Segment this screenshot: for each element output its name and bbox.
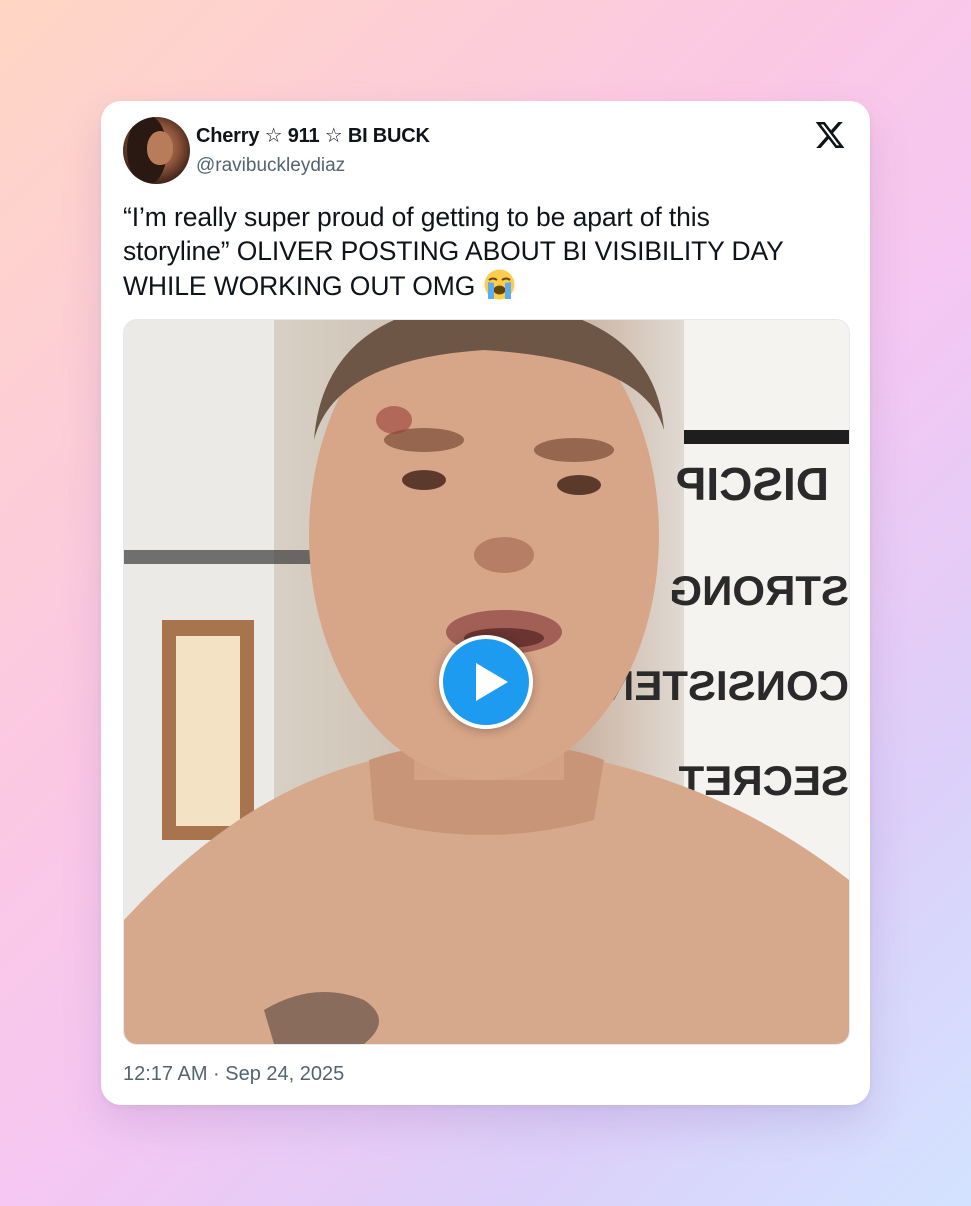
video-thumbnail[interactable]: DISCIP STRONG CONSISTENC SECRET <box>123 319 850 1045</box>
wall-text-1: DISCIP <box>676 458 829 510</box>
x-logo-icon[interactable] <box>814 119 846 151</box>
tweet-text: “I’m really super proud of getting to be… <box>123 201 823 304</box>
timestamp[interactable]: 12:17 AM · Sep 24, 2025 <box>123 1063 344 1086</box>
display-name[interactable]: Cherry ☆ 911 ☆ BI BUCK <box>196 123 430 148</box>
tweet-card: Cherry ☆ 911 ☆ BI BUCK @ravibuckleydiaz … <box>101 101 870 1105</box>
user-handle[interactable]: @ravibuckleydiaz <box>196 155 345 177</box>
loudly-crying-face-icon <box>483 268 516 301</box>
tweet-text-body: “I’m really super proud of getting to be… <box>123 202 784 301</box>
avatar[interactable] <box>123 117 190 184</box>
play-icon[interactable] <box>439 635 533 729</box>
wall-text-2: STRONG <box>669 567 849 614</box>
